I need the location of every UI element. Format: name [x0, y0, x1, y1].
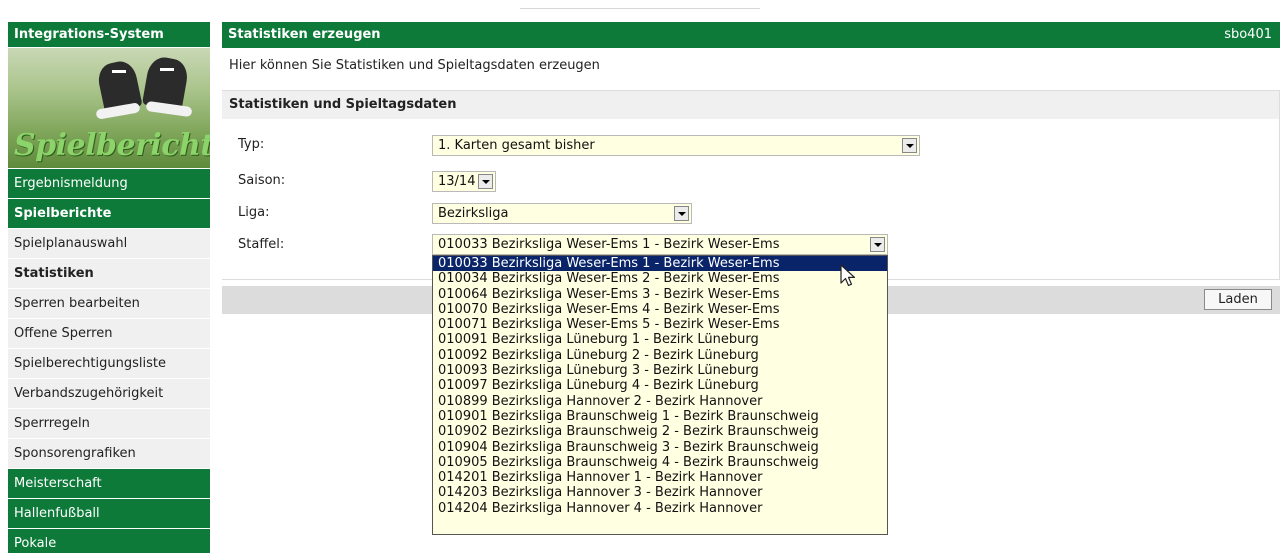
liga-select[interactable]: Bezirksliga — [432, 203, 692, 224]
chevron-down-icon[interactable] — [674, 206, 689, 221]
typ-select-value: 1. Karten gesamt bisher — [438, 138, 595, 153]
boot-sole-icon — [145, 100, 193, 118]
staffel-option[interactable]: 010905 Bezirksliga Braunschweig 4 - Bezi… — [433, 455, 887, 470]
sidebar-item-sperren-bearbeiten[interactable]: Sperren bearbeiten — [8, 289, 210, 319]
chevron-down-icon[interactable] — [902, 138, 917, 153]
staffel-option[interactable]: 010034 Bezirksliga Weser-Ems 2 - Bezirk … — [433, 271, 887, 286]
saison-select[interactable]: 13/14 — [432, 171, 496, 192]
liga-select-value: Bezirksliga — [438, 206, 509, 221]
sidebar-item-spielberichte[interactable]: Spielberichte — [8, 199, 210, 229]
staffel-option[interactable]: 010904 Bezirksliga Braunschweig 3 - Bezi… — [433, 440, 887, 455]
page-header: Statistiken erzeugen sbo401 — [222, 22, 1280, 48]
sidebar-item-spielplanauswahl[interactable]: Spielplanauswahl — [8, 229, 210, 259]
sidebar-item-spielberechtigungsliste[interactable]: Spielberechtigungsliste — [8, 349, 210, 379]
staffel-dropdown-list[interactable]: 010033 Bezirksliga Weser-Ems 1 - Bezirk … — [432, 255, 888, 535]
typ-select[interactable]: 1. Karten gesamt bisher — [432, 135, 920, 156]
sidebar-item-hallenfussball[interactable]: Hallenfußball — [8, 499, 210, 529]
sidebar-item-verbandszugehoerigkeit[interactable]: Verbandszugehörigkeit — [8, 379, 210, 409]
staffel-option[interactable]: 010033 Bezirksliga Weser-Ems 1 - Bezirk … — [433, 256, 887, 272]
top-strip — [0, 0, 1280, 10]
chevron-down-icon[interactable] — [870, 237, 885, 252]
boot-sole-icon — [95, 102, 141, 120]
page-title: Statistiken erzeugen — [228, 27, 381, 42]
spielbericht-logo[interactable]: Spielbericht — [8, 48, 210, 169]
chevron-down-icon[interactable] — [478, 174, 493, 189]
main-content: Statistiken erzeugen sbo401 Hier können … — [222, 22, 1280, 314]
staffel-option[interactable]: 010071 Bezirksliga Weser-Ems 5 - Bezirk … — [433, 317, 887, 332]
logo-wordmark: Spielbericht — [14, 128, 210, 163]
liga-label: Liga: — [238, 205, 270, 220]
staffel-option[interactable]: 010901 Bezirksliga Braunschweig 1 - Bezi… — [433, 409, 887, 424]
staffel-option[interactable]: 014201 Bezirksliga Hannover 1 - Bezirk H… — [433, 470, 887, 485]
sidebar-item-ergebnismeldung[interactable]: Ergebnismeldung — [8, 169, 210, 199]
page-code: sbo401 — [1224, 27, 1272, 42]
load-button[interactable]: Laden — [1204, 289, 1272, 310]
staffel-option[interactable]: 010091 Bezirksliga Lüneburg 1 - Bezirk L… — [433, 332, 887, 347]
sidebar-item-meisterschaft[interactable]: Meisterschaft — [8, 469, 210, 499]
staffel-option[interactable]: 010070 Bezirksliga Weser-Ems 4 - Bezirk … — [433, 302, 887, 317]
sidebar-item-sperrregeln[interactable]: Sperrregeln — [8, 409, 210, 439]
panel-title: Statistiken und Spieltagsdaten — [222, 91, 1279, 119]
staffel-label: Staffel: — [238, 237, 285, 252]
staffel-option[interactable]: 010097 Bezirksliga Lüneburg 4 - Bezirk L… — [433, 378, 887, 393]
sidebar-item-offene-sperren[interactable]: Offene Sperren — [8, 319, 210, 349]
staffel-option[interactable]: 014204 Bezirksliga Hannover 4 - Bezirk H… — [433, 501, 887, 516]
staffel-option[interactable]: 010064 Bezirksliga Weser-Ems 3 - Bezirk … — [433, 287, 887, 302]
staffel-option[interactable]: 010902 Bezirksliga Braunschweig 2 - Bezi… — [433, 424, 887, 439]
sidebar-title: Integrations-System — [8, 22, 210, 48]
statistics-panel: Statistiken und Spieltagsdaten Typ: 1. K… — [222, 90, 1280, 280]
sidebar-item-statistiken[interactable]: Statistiken — [8, 259, 210, 289]
boot-lace-icon — [112, 70, 126, 73]
staffel-option[interactable]: 010093 Bezirksliga Lüneburg 3 - Bezirk L… — [433, 363, 887, 378]
sidebar-item-sponsorengrafiken[interactable]: Sponsorengrafiken — [8, 439, 210, 469]
staffel-option[interactable]: 010899 Bezirksliga Hannover 2 - Bezirk H… — [433, 394, 887, 409]
staffel-option[interactable]: 010092 Bezirksliga Lüneburg 2 - Bezirk L… — [433, 348, 887, 363]
staffel-option[interactable]: 014203 Bezirksliga Hannover 3 - Bezirk H… — [433, 485, 887, 500]
typ-label: Typ: — [238, 137, 265, 152]
sidebar-item-pokale[interactable]: Pokale — [8, 529, 210, 553]
staffel-select-value: 010033 Bezirksliga Weser-Ems 1 - Bezirk … — [438, 237, 780, 252]
staffel-select[interactable]: 010033 Bezirksliga Weser-Ems 1 - Bezirk … — [432, 234, 888, 255]
boot-lace-icon — [160, 68, 174, 71]
saison-label: Saison: — [238, 173, 286, 188]
mouse-cursor-icon — [840, 264, 856, 287]
intro-text: Hier können Sie Statistiken und Spieltag… — [229, 58, 600, 73]
saison-select-value: 13/14 — [438, 174, 476, 189]
sidebar: Integrations-System Spielbericht Ergebni… — [8, 22, 210, 553]
